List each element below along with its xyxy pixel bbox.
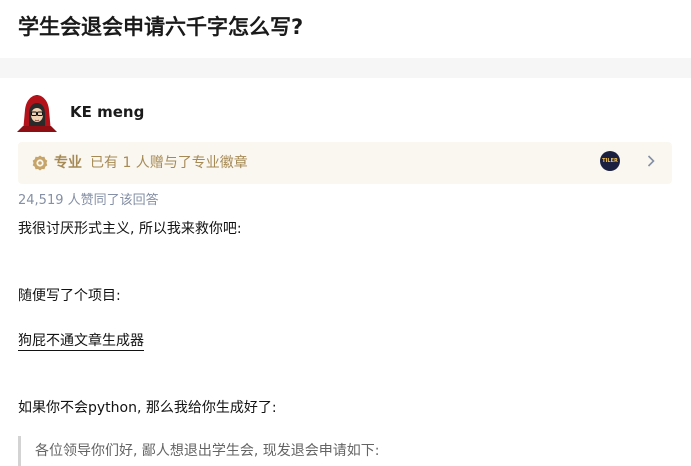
awarder-badge-icon[interactable]: TILER xyxy=(600,151,620,171)
answer-paragraph-2: 随便写了个项目: xyxy=(18,288,121,304)
pro-label: 专业 xyxy=(54,155,82,171)
pro-badge-text: 专业 已有 1 人赠与了专业徽章 xyxy=(54,153,248,173)
answer-link-line: 狗屁不通文章生成器 xyxy=(18,331,144,351)
badge-label: TILER xyxy=(602,158,618,164)
author-avatar[interactable] xyxy=(17,94,57,132)
blockquote: 各位领导你们好, 鄙人想退出学生会, 现发退会申请如下: xyxy=(18,436,675,466)
question-title[interactable]: 学生会退会申请六千字怎么写? xyxy=(18,12,303,42)
hooded-avatar-icon xyxy=(17,95,57,132)
answer-card: KE meng 专业 已有 1 人赠与了专业徽章 TILER 24,519 人赞同… xyxy=(0,78,691,466)
pro-badge-bar[interactable]: 专业 已有 1 人赠与了专业徽章 xyxy=(18,142,672,184)
answer-paragraph-3: 如果你不会python, 那么我给你生成好了: xyxy=(18,400,277,416)
pro-badge-count-text: 已有 1 人赠与了专业徽章 xyxy=(90,155,248,171)
blockquote-text: 各位领导你们好, 鄙人想退出学生会, 现发退会申请如下: xyxy=(35,443,380,459)
vote-count[interactable]: 24,519 人赞同了该回答 xyxy=(18,192,159,210)
generator-link[interactable]: 狗屁不通文章生成器 xyxy=(18,333,144,351)
answer-paragraph-1: 我很讨厌形式主义, 所以我来救你吧: xyxy=(18,221,242,237)
chevron-right-icon[interactable] xyxy=(646,154,656,168)
question-header: 学生会退会申请六千字怎么写? xyxy=(0,0,691,58)
author-name[interactable]: KE meng xyxy=(70,102,144,122)
pro-badge-icon xyxy=(32,155,48,171)
